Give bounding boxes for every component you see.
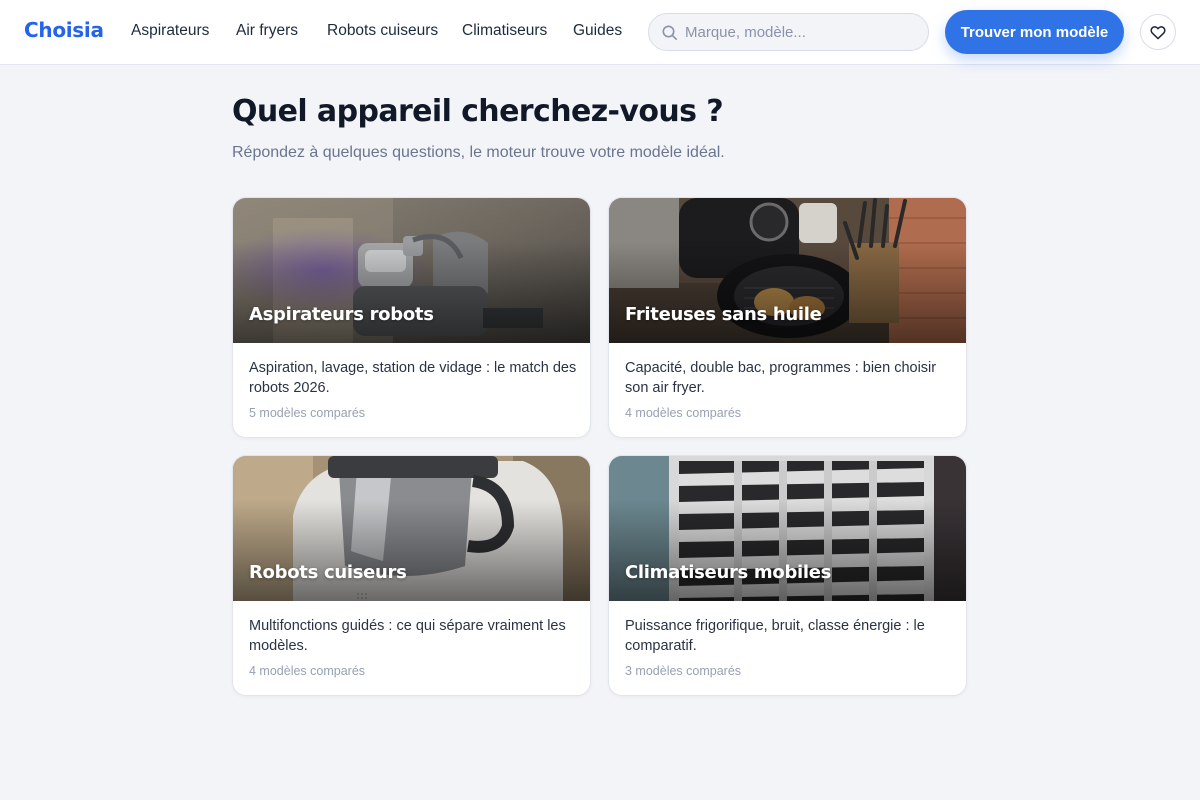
category-description: Capacité, double bac, programmes : bien … (625, 360, 937, 396)
page-subtitle: Répondez à quelques questions, le moteur… (232, 144, 725, 161)
category-image-air-conditioner: Climatiseurs mobiles (609, 456, 966, 601)
search-icon (661, 24, 679, 42)
site-logo[interactable]: Choisia (24, 18, 104, 42)
find-my-model-button[interactable]: Trouver mon modèle (945, 10, 1124, 54)
category-title: Robots cuiseurs (249, 562, 407, 583)
category-card-robots-cuiseurs[interactable]: Robots cuiseurs Multifonctions guidés : … (232, 455, 591, 696)
nav-link-robots-cuiseurs[interactable]: Robots cuiseurs (327, 22, 438, 40)
nav-link-aspirateurs[interactable]: Aspirateurs (131, 22, 209, 40)
search-input[interactable] (685, 14, 920, 50)
category-card-climatiseurs-mobiles[interactable]: Climatiseurs mobiles Puissance frigorifi… (608, 455, 967, 696)
category-description: Aspiration, lavage, station de vidage : … (249, 360, 577, 396)
search-bar (648, 13, 929, 51)
category-description: Puissance frigorifique, bruit, classe én… (625, 618, 925, 654)
category-title: Aspirateurs robots (249, 304, 434, 325)
heart-icon (1150, 26, 1166, 40)
category-title: Friteuses sans huile (625, 304, 822, 325)
models-compared-count: 4 modèles comparés (625, 406, 742, 420)
category-card-aspirateurs-robots[interactable]: Aspirateurs robots Aspiration, lavage, s… (232, 197, 591, 438)
models-compared-count: 4 modèles comparés (249, 664, 366, 678)
category-title: Climatiseurs mobiles (625, 562, 832, 583)
nav-link-guides[interactable]: Guides (573, 22, 622, 40)
page-title: Quel appareil cherchez-vous ? (232, 94, 724, 129)
models-compared-count: 3 modèles comparés (625, 664, 742, 678)
category-description: Multifonctions guidés : ce qui sépare vr… (249, 618, 566, 654)
nav-link-climatiseurs[interactable]: Climatiseurs (462, 22, 547, 40)
top-navigation-bar: Choisia Aspirateurs Air fryers Robots cu… (0, 0, 1200, 65)
category-image-robot-vacuum: Aspirateurs robots (233, 198, 590, 343)
nav-link-air-fryers[interactable]: Air fryers (236, 22, 298, 40)
models-compared-count: 5 modèles comparés (249, 406, 366, 420)
favorites-button[interactable] (1140, 14, 1176, 50)
category-image-air-fryer: Friteuses sans huile (609, 198, 966, 343)
category-card-friteuses-sans-huile[interactable]: Friteuses sans huile Capacité, double ba… (608, 197, 967, 438)
category-image-cooking-robot: Robots cuiseurs (233, 456, 590, 601)
